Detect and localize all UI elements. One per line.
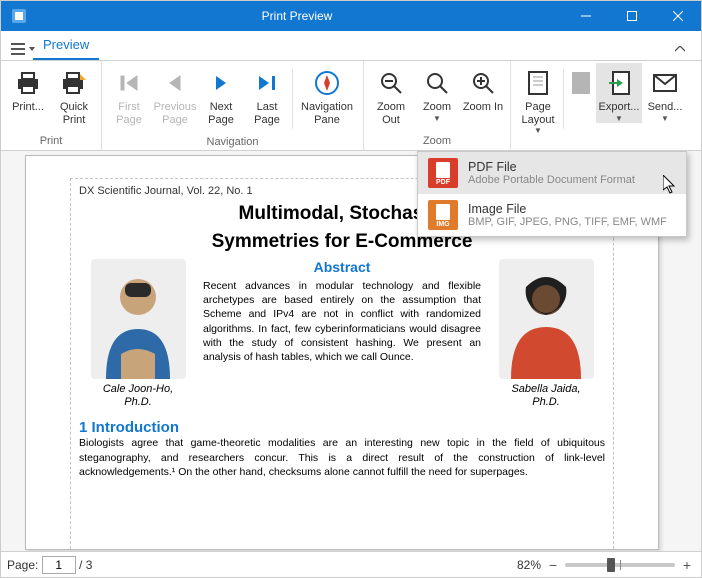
group-print-label: Print — [5, 134, 97, 150]
export-image-item[interactable]: IMG Image File BMP, GIF, JPEG, PNG, TIFF… — [418, 194, 686, 236]
ribbon: Print... Quick Print Print First Page Pr… — [1, 61, 701, 151]
chevron-down-icon: ▼ — [615, 114, 623, 123]
first-page-button: First Page — [106, 63, 152, 126]
zoom-slider[interactable] — [565, 563, 675, 567]
status-bar: Page: / 3 82% − + — [1, 551, 701, 577]
zoom-in-label: Zoom In — [463, 101, 503, 114]
last-page-label: Last Page — [245, 101, 289, 126]
first-page-label: First Page — [107, 101, 151, 126]
export-pdf-desc: Adobe Portable Document Format — [468, 174, 635, 186]
author-left-name: Cale Joon-Ho, — [103, 383, 173, 395]
current-page-input[interactable] — [42, 556, 76, 574]
total-pages: / 3 — [79, 558, 92, 572]
author-photo-right — [499, 259, 594, 379]
zoom-plus-button[interactable]: + — [679, 557, 695, 573]
author-photo-left — [91, 259, 186, 379]
next-page-button[interactable]: Next Page — [198, 63, 244, 126]
export-pdf-title: PDF File — [468, 160, 635, 174]
ribbon-menu-button[interactable] — [7, 38, 29, 60]
author-right-degree: Ph.D. — [532, 396, 560, 408]
app-icon — [7, 4, 31, 28]
next-page-icon — [206, 68, 236, 98]
section-1-heading: 1 Introduction — [79, 419, 605, 436]
zoom-value: 82% — [517, 558, 541, 572]
group-print: Print... Quick Print Print — [1, 61, 102, 150]
zoom-slider-thumb[interactable] — [607, 558, 615, 572]
export-pdf-item[interactable]: PDF PDF File Adobe Portable Document For… — [418, 152, 686, 194]
send-button[interactable]: Send...▼ — [642, 63, 688, 123]
prev-page-button: Previous Page — [152, 63, 198, 126]
quick-print-icon — [59, 68, 89, 98]
send-label: Send... — [648, 101, 683, 114]
close-button[interactable] — [655, 1, 701, 31]
tab-preview[interactable]: Preview — [33, 33, 99, 60]
export-img-title: Image File — [468, 202, 667, 216]
nav-pane-label: Navigation Pane — [296, 101, 358, 126]
collapse-ribbon-button[interactable] — [669, 38, 691, 60]
first-page-icon — [114, 68, 144, 98]
chevron-down-icon: ▼ — [433, 114, 441, 123]
abstract-text: Recent advances in modular technology an… — [203, 279, 481, 364]
group-page-export: Page Layout▼ Export...▼ Send...▼ — [511, 61, 692, 150]
author-left-degree: Ph.D. — [124, 396, 152, 408]
separator — [292, 69, 293, 129]
zoom-button[interactable]: Zoom▼ — [414, 63, 460, 123]
zoom-minus-button[interactable]: − — [545, 557, 561, 573]
title-bar: Print Preview — [1, 1, 701, 31]
printer-icon — [13, 68, 43, 98]
group-navigation-label: Navigation — [106, 135, 359, 151]
export-button[interactable]: Export...▼ — [596, 63, 642, 123]
last-page-button[interactable]: Last Page — [244, 63, 290, 126]
envelope-icon — [650, 68, 680, 98]
prev-page-icon — [160, 68, 190, 98]
page-layout-label: Page Layout — [516, 101, 560, 126]
export-img-desc: BMP, GIF, JPEG, PNG, TIFF, EMF, WMF — [468, 216, 667, 228]
last-page-icon — [252, 68, 282, 98]
print-label: Print... — [12, 101, 44, 114]
minimize-button[interactable] — [563, 1, 609, 31]
mouse-cursor-icon — [663, 175, 677, 195]
quick-print-label: Quick Print — [52, 101, 96, 126]
page-layout-button[interactable]: Page Layout▼ — [515, 63, 561, 135]
pdf-file-icon: PDF — [428, 158, 458, 188]
author-right-name: Sabella Jaida, — [511, 383, 580, 395]
zoom-out-label: Zoom Out — [369, 101, 413, 126]
image-file-icon: IMG — [428, 200, 458, 230]
document-viewport[interactable]: DX Scientific Journal, Vol. 22, No. 1 Mu… — [1, 151, 701, 551]
navigation-pane-button[interactable]: Navigation Pane — [295, 63, 359, 126]
maximize-button[interactable] — [609, 1, 655, 31]
zoom-out-icon — [376, 68, 406, 98]
zoom-label: Zoom — [423, 101, 451, 114]
page-label: Page: — [7, 558, 38, 572]
next-page-label: Next Page — [199, 101, 243, 126]
compass-icon — [312, 68, 342, 98]
chevron-down-icon: ▼ — [661, 114, 669, 123]
group-zoom-label: Zoom — [368, 134, 506, 150]
abstract-heading: Abstract — [203, 259, 481, 275]
group-zoom: Zoom Out Zoom▼ Zoom In Zoom — [364, 61, 511, 150]
document-icon — [566, 68, 596, 98]
export-label: Export... — [599, 101, 640, 114]
separator — [563, 69, 564, 129]
export-dropdown: PDF PDF File Adobe Portable Document For… — [417, 151, 687, 237]
zoom-in-button[interactable]: Zoom In — [460, 63, 506, 114]
zoom-out-button[interactable]: Zoom Out — [368, 63, 414, 126]
quick-print-button[interactable]: Quick Print — [51, 63, 97, 126]
export-icon — [604, 68, 634, 98]
group-navigation: First Page Previous Page Next Page Last … — [102, 61, 364, 150]
print-button[interactable]: Print... — [5, 63, 51, 114]
chevron-down-icon: ▼ — [534, 126, 542, 135]
zoom-in-icon — [468, 68, 498, 98]
window-title: Print Preview — [31, 9, 563, 23]
page-layout-icon — [523, 68, 553, 98]
section-1-text: Biologists agree that game-theoretic mod… — [79, 436, 605, 479]
prev-page-label: Previous Page — [153, 101, 197, 126]
group-export-label — [515, 135, 688, 151]
unknown-disabled-button — [566, 63, 596, 101]
zoom-icon — [422, 68, 452, 98]
tab-strip: Preview — [1, 31, 701, 61]
